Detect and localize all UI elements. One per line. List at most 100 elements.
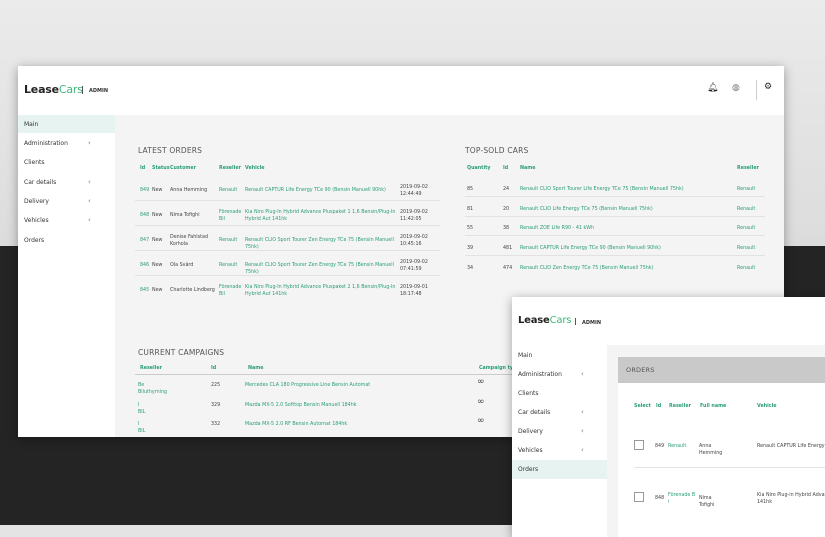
reseller-link[interactable]: Renault <box>219 237 243 244</box>
reseller-link[interactable]: Renault <box>737 245 755 252</box>
reseller-link[interactable]: Renault <box>737 225 755 232</box>
campaigns-title: CURRENT CAMPAIGNS <box>138 348 225 357</box>
sidebar-item-car-details[interactable]: Car details ‹ <box>18 173 115 191</box>
vehicle-link[interactable]: Renault CLIO Sport Tourer Zen Energy TCe… <box>245 262 399 276</box>
divider <box>135 225 440 226</box>
vehicle-link[interactable]: Kia Niro Plug-In Hybrid Advance Pluspake… <box>245 284 399 298</box>
vehicle-link[interactable]: Renault CAPTUR Life Energy TCe 90 (Bensi… <box>245 187 399 194</box>
campaign-name-link[interactable]: Mazda MX-5 2.0 RF Bensin Automat 184hk <box>245 421 347 428</box>
gear-icon[interactable]: ⚙ <box>764 82 772 92</box>
bell-icon[interactable]: 🔔︎ <box>707 83 718 93</box>
quantity: 55 <box>467 226 474 232</box>
customer-name: Charlotte Lindberg <box>170 288 215 293</box>
sidebar-item-car-details[interactable]: Car details ‹ <box>512 403 607 421</box>
divider <box>135 374 535 375</box>
column-header[interactable]: Id <box>211 366 216 371</box>
select-checkbox[interactable] <box>634 440 644 450</box>
car-name-link[interactable]: Renault CAPTUR Life Energy TCe 90 (Bensi… <box>520 245 661 252</box>
sidebar-item-orders[interactable]: Orders <box>512 460 607 479</box>
campaign-name-link[interactable]: Mercedes CLA 180 Progressive Line Bensin… <box>245 382 370 389</box>
order-status: New <box>152 288 163 293</box>
link-icon[interactable]: ∞ <box>477 378 485 387</box>
column-header[interactable]: Name <box>520 166 536 171</box>
reseller-link[interactable]: Renault <box>219 187 243 194</box>
order-id-link[interactable]: 849 <box>140 187 149 194</box>
chevron-left-icon: ‹ <box>88 216 91 224</box>
select-checkbox[interactable] <box>634 492 644 502</box>
sidebar-item-vehicles[interactable]: Vehicles ‹ <box>18 211 115 229</box>
reseller-link[interactable]: Be Biluthyrning <box>138 382 167 396</box>
reseller-link[interactable]: Renault <box>737 186 755 193</box>
order-id-link[interactable]: 846 <box>140 262 149 269</box>
car-id: 38 <box>503 226 510 232</box>
vehicle-name: Kia Niro Plug-in Hybrid Advan 141hk <box>757 493 825 505</box>
campaign-id: 225 <box>211 383 221 388</box>
vehicle-link[interactable]: Kia Niro Plug-In Hybrid Advance Pluspake… <box>245 209 399 223</box>
column-header[interactable]: Id <box>656 404 661 409</box>
car-id: 474 <box>503 265 513 271</box>
column-header[interactable]: Reseller <box>669 404 691 409</box>
link-icon[interactable]: ∞ <box>477 417 485 426</box>
column-header[interactable]: Name <box>248 366 264 371</box>
order-id-link[interactable]: 845 <box>140 287 149 294</box>
sidebar-item-label: Delivery <box>518 427 543 435</box>
sidebar-item-delivery[interactable]: Delivery ‹ <box>18 192 115 210</box>
divider <box>465 215 765 217</box>
link-icon[interactable]: ∞ <box>477 397 485 406</box>
column-header[interactable]: Reseller <box>219 166 241 171</box>
reseller-link[interactable]: Renault <box>737 265 755 272</box>
sidebar-item-vehicles[interactable]: Vehicles ‹ <box>512 441 607 459</box>
sidebar-item-main[interactable]: Main <box>512 346 607 364</box>
reseller-link[interactable]: Renault <box>668 443 696 450</box>
column-header[interactable]: Vehicle <box>757 404 777 409</box>
column-header[interactable]: Reseller <box>140 366 162 371</box>
car-name-link[interactable]: Renault ZOE Life R90 - 41 kWh <box>520 225 594 232</box>
vehicle-link[interactable]: Renault CLIO Sport Tourer Zen Energy TCe… <box>245 237 399 251</box>
divider <box>82 86 83 94</box>
sidebar-item-label: Administration <box>518 370 562 378</box>
column-header[interactable]: Id <box>140 166 145 171</box>
order-id-link[interactable]: 847 <box>140 237 149 244</box>
column-header[interactable]: Quantity <box>467 166 491 171</box>
logo-text: Lease <box>518 315 550 326</box>
full-name: Nima Tofighi <box>699 496 715 508</box>
campaign-name-link[interactable]: Mazda MX-5 2.0 Softtop Bensin Manuell 18… <box>245 402 357 409</box>
reseller-link[interactable]: Förenade Bil <box>219 209 243 223</box>
reseller-link[interactable]: I BIL <box>138 402 145 416</box>
chevron-left-icon: ‹ <box>88 139 91 147</box>
order-status: New <box>152 213 163 218</box>
sidebar-item-administration[interactable]: Administration ‹ <box>18 134 115 152</box>
reseller-link[interactable]: Förenade Bil <box>219 284 243 298</box>
sidebar-item-main[interactable]: Main <box>18 115 115 133</box>
car-name-link[interactable]: Renault CLIO Life Energy TCe 75 (Bensin … <box>520 206 653 213</box>
column-header[interactable]: Id <box>503 166 508 171</box>
sidebar-item-clients[interactable]: Clients <box>512 384 607 402</box>
logo[interactable]: LeaseCars <box>518 315 571 326</box>
top-sold-title: TOP-SOLD CARS <box>465 146 529 155</box>
reseller-link[interactable]: I BIL <box>138 421 145 435</box>
globe-icon[interactable]: ◍ <box>732 83 740 93</box>
sidebar-item-administration[interactable]: Administration ‹ <box>512 365 607 383</box>
sidebar-item-clients[interactable]: Clients <box>18 153 115 171</box>
reseller-link[interactable]: Renault <box>737 206 755 213</box>
created-date: 2019-09-02 10:45:16 <box>400 235 428 247</box>
car-name-link[interactable]: Renault CLIO Sport Tourer Life Energy TC… <box>520 186 684 193</box>
divider <box>135 200 440 201</box>
order-id-link[interactable]: 848 <box>140 212 149 219</box>
column-header[interactable]: Vehicle <box>245 166 265 171</box>
reseller-link[interactable]: Förenade B i <box>668 492 696 506</box>
column-header[interactable]: Full name <box>700 404 726 409</box>
sidebar: Main Administration ‹ Clients Car details… <box>512 345 607 537</box>
column-header[interactable]: Status <box>152 166 170 171</box>
logo[interactable]: LeaseCars <box>24 83 83 96</box>
sidebar-item-label: Orders <box>518 466 539 473</box>
column-header[interactable]: Reseller <box>737 166 759 171</box>
reseller-link[interactable]: Renault <box>219 262 243 269</box>
divider <box>575 318 576 325</box>
car-name-link[interactable]: Renault CLIO Zen Energy TCe 75 (Bensin M… <box>520 265 653 272</box>
orders-title: ORDERS <box>626 366 655 374</box>
divider <box>465 196 765 197</box>
sidebar-item-delivery[interactable]: Delivery ‹ <box>512 422 607 440</box>
column-header[interactable]: Customer <box>170 166 196 171</box>
sidebar-item-orders[interactable]: Orders <box>18 231 115 249</box>
